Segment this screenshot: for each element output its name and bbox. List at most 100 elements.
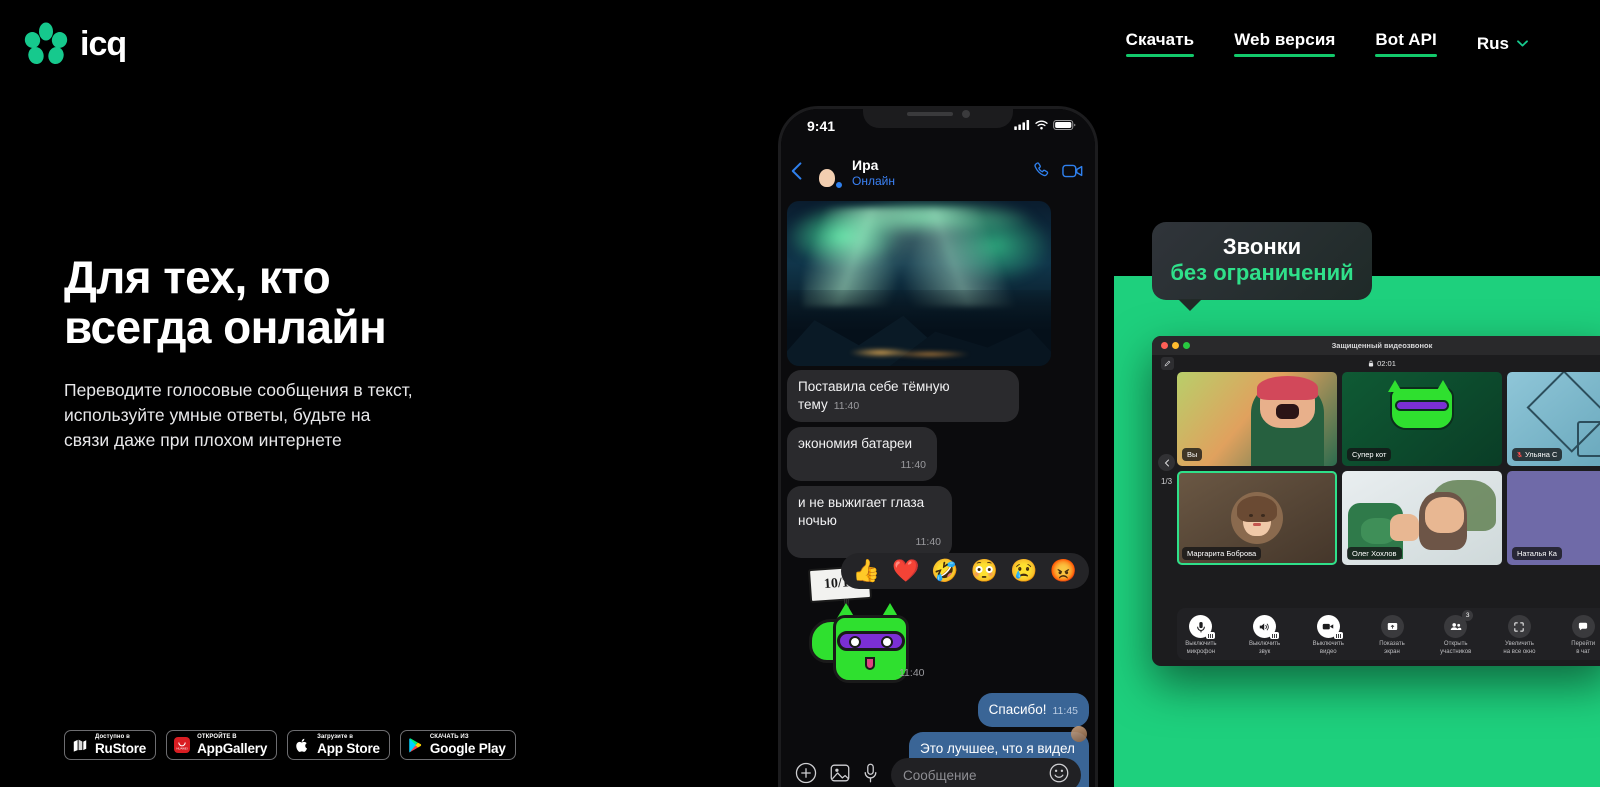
aurora-borealis-photo[interactable] bbox=[787, 201, 1051, 366]
participant-tile[interactable]: Олег Хохлов bbox=[1342, 471, 1502, 565]
call-timer-value: 02:01 bbox=[1377, 359, 1396, 368]
message-row: Поставила себе тёмную тему 11:40 bbox=[781, 370, 1095, 427]
message-time: 11:40 bbox=[833, 399, 860, 412]
participants-grid: Вы Супер кот Ульяна С Маргарита Боброва … bbox=[1177, 372, 1600, 602]
reaction-angry-icon[interactable]: 😡 bbox=[1050, 560, 1077, 582]
chat-bubble-icon bbox=[1571, 615, 1595, 638]
chevron-down-icon bbox=[1517, 40, 1528, 47]
control-open-participants[interactable]: 3 Открыть участников bbox=[1432, 610, 1480, 656]
sticker-time: 11:40 bbox=[899, 666, 925, 679]
badge-appgallery-top: ОТКРОЙТЕ В bbox=[197, 734, 237, 741]
message-text: Поставила себе тёмную тему bbox=[798, 379, 950, 412]
participant-tile[interactable]: Вы bbox=[1177, 372, 1337, 466]
window-title: Защищенный видеозвонок bbox=[1331, 341, 1433, 350]
incoming-message[interactable]: и не выжигает глаза ночью 11:40 bbox=[787, 485, 952, 558]
message-input-bar: Сообщение bbox=[781, 758, 1095, 787]
badge-rustore-bottom: RuStore bbox=[95, 741, 147, 757]
participant-name: Вы bbox=[1182, 448, 1203, 461]
wifi-icon bbox=[1035, 120, 1048, 130]
control-label: Выключить микрофон bbox=[1185, 641, 1217, 655]
reaction-rofl-icon[interactable]: 🤣 bbox=[931, 560, 958, 582]
message-row: Спасибо! 11:45 bbox=[781, 692, 1095, 732]
participant-tile[interactable]: Ульяна С bbox=[1507, 372, 1600, 466]
nav-item-bot-api[interactable]: Bot API bbox=[1375, 30, 1438, 57]
svg-text:HUAWEI: HUAWEI bbox=[177, 746, 188, 750]
message-text: и не выжигает глаза ночью bbox=[798, 494, 925, 528]
hero-title-line2: всегда онлайн bbox=[64, 301, 387, 354]
nav-item-web-version[interactable]: Web версия bbox=[1234, 30, 1336, 57]
control-share-screen[interactable]: Показать экран bbox=[1368, 615, 1416, 656]
chat-actions bbox=[1032, 161, 1083, 185]
control-fullscreen[interactable]: Увеличить на все окно bbox=[1496, 615, 1544, 656]
cellular-signal-icon bbox=[1014, 120, 1030, 130]
language-selector[interactable]: Rus bbox=[1477, 34, 1528, 54]
call-controls: Выключить микрофон Выключить звук Выключ… bbox=[1177, 608, 1600, 660]
tooltip-line1: Звонки bbox=[1222, 234, 1302, 259]
participant-name: Наталья Ка bbox=[1512, 547, 1562, 560]
search-input[interactable]: Сообщение bbox=[891, 758, 1081, 787]
typing-indicator-avatar bbox=[1071, 726, 1087, 742]
site-header: icq Скачать Web версия Bot API Rus bbox=[0, 0, 1600, 92]
badge-rustore[interactable]: Доступно в RuStore bbox=[64, 730, 157, 760]
control-label: Увеличить на все окно bbox=[1503, 641, 1536, 655]
main-nav: Скачать Web версия Bot API Rus bbox=[1125, 30, 1528, 57]
brand-logo[interactable]: icq bbox=[24, 22, 127, 66]
message-text: экономия батареи bbox=[798, 435, 913, 451]
google-play-icon bbox=[408, 737, 423, 754]
control-toggle-sound[interactable]: Выключить звук bbox=[1241, 615, 1289, 656]
reaction-picker[interactable]: 👍 ❤️ 🤣 😳 😢 😡 bbox=[840, 553, 1089, 589]
status-time: 9:41 bbox=[807, 118, 836, 134]
incoming-message[interactable]: Поставила себе тёмную тему 11:40 bbox=[787, 370, 1019, 422]
avatar[interactable] bbox=[811, 157, 844, 190]
mic-muted-icon bbox=[1517, 451, 1522, 458]
incoming-message[interactable]: экономия батареи 11:40 bbox=[787, 426, 937, 481]
participant-name-label: Ульяна С bbox=[1525, 450, 1558, 459]
control-label: Выключить звук bbox=[1248, 641, 1281, 655]
participants-count-badge: 3 bbox=[1462, 610, 1474, 621]
emoji-smiley-icon[interactable] bbox=[1049, 763, 1069, 787]
reaction-thumbs-up-icon[interactable]: 👍 bbox=[853, 560, 880, 582]
phone-notch bbox=[863, 109, 1013, 128]
image-icon[interactable] bbox=[830, 763, 850, 787]
video-call-icon[interactable] bbox=[1062, 163, 1083, 184]
participant-name: Супер кот bbox=[1347, 448, 1392, 461]
nav-item-download[interactable]: Скачать bbox=[1125, 30, 1195, 57]
calls-tooltip: Звонки без ограничений bbox=[1152, 222, 1372, 311]
phone-screen: 9:41 Ира Онлайн Поставила себе тёмную те… bbox=[781, 109, 1095, 787]
control-go-to-chat[interactable]: Перейти в чат bbox=[1559, 615, 1600, 656]
badge-appgallery-bottom: AppGallery bbox=[197, 741, 268, 757]
phone-call-icon[interactable] bbox=[1032, 161, 1051, 185]
message-time: 11:40 bbox=[915, 535, 942, 548]
hero-section: Для тех, кто всегда онлайн Переводите го… bbox=[64, 252, 624, 453]
control-label: Перейти в чат bbox=[1571, 641, 1596, 655]
language-label: Rus bbox=[1476, 33, 1509, 53]
control-label: Открыть участников bbox=[1440, 641, 1472, 655]
badge-google-play-top: СКАЧАТЬ ИЗ bbox=[429, 734, 469, 741]
participant-name: Ульяна С bbox=[1512, 448, 1563, 461]
participant-tile[interactable]: Наталья Ка bbox=[1507, 471, 1600, 565]
reaction-sad-icon[interactable]: 😢 bbox=[1010, 560, 1037, 582]
phone-mockup: 9:41 Ира Онлайн Поставила себе тёмную те… bbox=[778, 106, 1098, 787]
participant-name: Маргарита Боброва bbox=[1182, 547, 1262, 560]
microphone-icon[interactable] bbox=[863, 763, 878, 787]
plus-circle-icon[interactable] bbox=[795, 762, 817, 787]
badge-rustore-top: Доступно в bbox=[95, 734, 130, 741]
chevron-left-icon[interactable] bbox=[1158, 454, 1175, 471]
badge-appgallery[interactable]: HUAWEI ОТКРОЙТЕ В AppGallery bbox=[166, 730, 278, 760]
participant-tile[interactable]: Супер кот bbox=[1342, 372, 1502, 466]
control-label: Выключить видео bbox=[1312, 641, 1344, 655]
control-toggle-video[interactable]: Выключить видео bbox=[1304, 615, 1352, 656]
chat-contact-name: Ира bbox=[852, 156, 879, 173]
online-status-dot bbox=[834, 180, 844, 190]
control-toggle-microphone[interactable]: Выключить микрофон bbox=[1177, 615, 1225, 656]
chat-messages: Поставила себе тёмную тему 11:40 экономия… bbox=[781, 201, 1095, 787]
message-text: Спасибо! bbox=[988, 701, 1047, 717]
call-subbar: 02:01 bbox=[1152, 355, 1600, 372]
badge-app-store[interactable]: Загрузите в App Store bbox=[287, 730, 390, 760]
participant-tile[interactable]: Маргарита Боброва bbox=[1177, 471, 1337, 565]
reaction-surprised-icon[interactable]: 😳 bbox=[971, 560, 998, 582]
outgoing-message[interactable]: Спасибо! 11:45 bbox=[977, 692, 1089, 727]
reaction-heart-icon[interactable]: ❤️ bbox=[892, 560, 919, 582]
badge-google-play[interactable]: СКАЧАТЬ ИЗ Google Play bbox=[399, 730, 516, 760]
back-chevron-icon[interactable] bbox=[791, 161, 802, 185]
